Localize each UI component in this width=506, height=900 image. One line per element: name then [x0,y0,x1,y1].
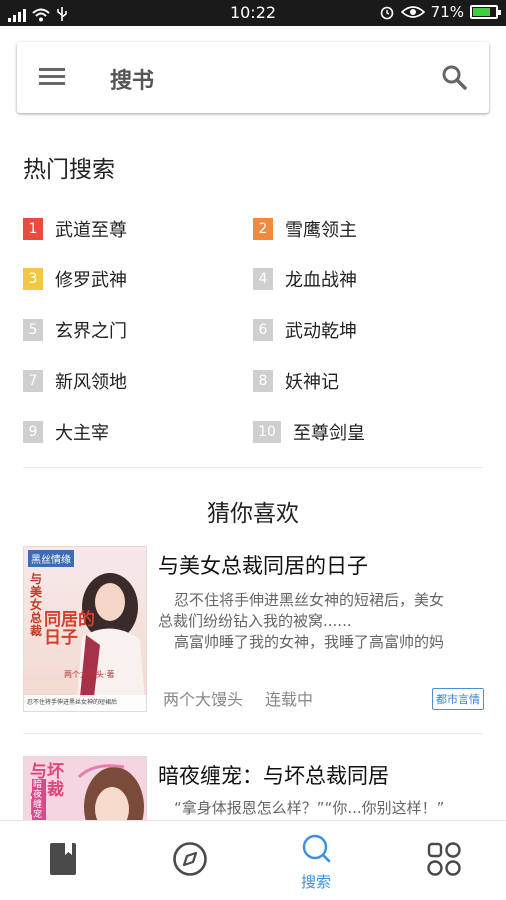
hot-search-name: 武动乾坤 [285,321,357,342]
book-card[interactable]: 与坏总裁同 暗夜缠宠 暗夜缠宠：与坏总裁同居 “拿身体报恩怎么样？”“你...你… [0,756,506,820]
rank-badge: 8 [253,370,273,392]
hot-search-item[interactable]: 4 龙血战神 [253,266,357,292]
rank-badge: 7 [23,370,43,392]
cover-author: 两个大馒头·著 [64,670,115,679]
apps-grid-icon [427,842,461,876]
hot-search-name: 妖神记 [285,372,339,393]
hot-search-item[interactable]: 7 新风领地 [23,368,127,394]
nav-discover[interactable] [126,821,252,900]
bottom-nav: 搜索 [0,820,506,900]
nav-search[interactable]: 搜索 [253,821,379,900]
search-icon [302,834,331,863]
book-status: 连载中 [265,690,314,709]
bookshelf-icon [50,843,76,875]
book-desc-line: 忍不住将手伸进黑丝女神的短裙后，美女 [174,591,445,609]
book-author: 两个大馒头 [163,690,244,709]
rank-badge: 9 [23,421,43,443]
hot-search-name: 新风领地 [55,372,127,393]
nav-apps[interactable] [380,821,506,900]
book-card[interactable]: 黑丝情缘 与美女总裁 同居的日子 两个大馒头·著 忍不住将手伸进黑丝女神的短裙后… [0,546,506,712]
battery-percent: 71% [430,3,464,21]
book-title[interactable]: 暗夜缠宠：与坏总裁同居 [158,760,389,790]
search-input[interactable]: 搜书 [110,63,154,95]
cover-banner: 黑丝情缘 [28,550,74,567]
hot-search-item[interactable]: 5 玄界之门 [23,317,127,343]
menu-icon[interactable] [39,68,65,86]
book-cover[interactable]: 黑丝情缘 与美女总裁 同居的日子 两个大馒头·著 忍不住将手伸进黑丝女神的短裙后 [23,546,147,712]
cover-badge: 暗夜缠宠 [32,779,46,820]
section-divider [23,467,483,468]
eye-icon [400,6,425,18]
search-bar[interactable]: 搜书 [17,42,489,113]
book-description: 忍不住将手伸进黑丝女神的短裙后，美女 总裁们纷纷钻入我的被窝...... 高富帅… [158,590,483,653]
book-cover[interactable]: 与坏总裁同 暗夜缠宠 [23,756,147,820]
rank-badge: 1 [23,218,43,240]
nav-search-label: 搜索 [300,873,331,891]
book-desc-line: 高富帅睡了我的女神，我睡了高富帅的妈 [174,633,445,651]
hot-search-name: 玄界之门 [55,321,127,342]
status-bar: 10:22 71% [0,0,506,26]
rank-badge: 6 [253,319,273,341]
rank-badge: 2 [253,218,273,240]
cover-side-title: 与美女总裁 [30,572,43,638]
cover-big-title: 同居的日子 [44,610,95,648]
rank-badge: 5 [23,319,43,341]
hot-search-name: 雪鹰领主 [285,220,357,241]
book-desc-line: 总裁们纷纷钻入我的被窝...... [158,612,352,630]
nav-bookshelf[interactable] [0,821,126,900]
hot-search-item[interactable]: 1 武道至尊 [23,216,127,242]
compass-icon [173,842,207,876]
rank-badge: 3 [23,268,43,290]
book-description: “拿身体报恩怎么样？”“你...你别这样！” [158,798,483,819]
genre-tag: 都市言情 [432,688,484,710]
book-meta: 两个大馒头 连载中 [163,686,313,710]
hot-search-name: 龙血战神 [285,270,357,291]
search-icon[interactable] [441,64,467,90]
book-title[interactable]: 与美女总裁同居的日子 [158,550,368,580]
battery-icon [470,5,501,19]
hot-search-item[interactable]: 9 大主宰 [23,419,109,445]
book-desc-line: “拿身体报恩怎么样？”“你...你别这样！” [174,799,445,817]
cover-footer: 忍不住将手伸进黑丝女神的短裙后 [27,699,118,706]
hot-search-item[interactable]: 6 武动乾坤 [253,317,357,343]
hot-search-name: 武道至尊 [55,220,127,241]
book-divider [23,733,483,734]
hot-search-item[interactable]: 3 修罗武神 [23,266,127,292]
guess-title: 猜你喜欢 [207,501,299,527]
hot-search-item[interactable]: 8 妖神记 [253,368,339,394]
hot-search-name: 大主宰 [55,423,109,444]
hot-search-name: 至尊剑皇 [293,423,365,444]
hot-search-name: 修罗武神 [55,270,127,291]
rank-badge: 4 [253,268,273,290]
alarm-icon [380,6,393,20]
hot-search-title: 热门搜索 [23,157,115,183]
status-right: 71% [379,3,501,21]
hot-search-item[interactable]: 10 至尊剑皇 [253,419,365,445]
hot-search-item[interactable]: 2 雪鹰领主 [253,216,357,242]
rank-badge: 10 [253,421,281,443]
